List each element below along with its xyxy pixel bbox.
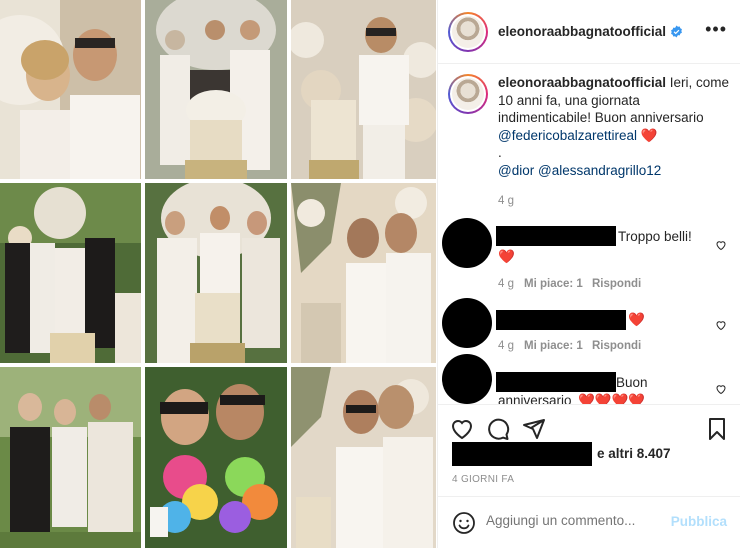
caption-age[interactable]: 4 g bbox=[498, 193, 730, 211]
comment-likes[interactable]: Mi piace: 1 bbox=[524, 340, 583, 352]
photo-group-cake[interactable] bbox=[145, 0, 287, 179]
comment-text: Troppo belli! bbox=[618, 229, 692, 244]
redacted-username bbox=[496, 372, 616, 392]
comment-age[interactable]: 4 g bbox=[498, 278, 514, 290]
post-header: eleonoraabbagnatoofficial ••• bbox=[438, 0, 740, 64]
photo-couple-kiss-1[interactable] bbox=[0, 0, 141, 179]
emoji-icon[interactable] bbox=[452, 511, 476, 535]
comment-text: anniversario bbox=[498, 393, 572, 404]
comment-composer: Pubblica bbox=[438, 496, 740, 548]
avatar[interactable] bbox=[442, 218, 492, 268]
likes-count[interactable]: e altri 8.407 bbox=[452, 442, 732, 466]
heart-like-icon[interactable] bbox=[715, 383, 727, 395]
photo-man-cake-balloons[interactable] bbox=[291, 0, 436, 179]
likes-text[interactable]: e altri 8.407 bbox=[597, 446, 671, 461]
bookmark-icon[interactable] bbox=[705, 417, 729, 441]
comment-bubble-icon[interactable] bbox=[486, 417, 510, 441]
comment-age[interactable]: 4 g bbox=[498, 340, 514, 352]
photo-three-people-garden[interactable] bbox=[0, 367, 141, 548]
comment-3: Buon anniversario ❤️❤️❤️❤️ bbox=[438, 354, 740, 404]
photo-grid bbox=[0, 0, 437, 548]
photo-couple-olive-tree[interactable] bbox=[291, 183, 436, 363]
avatar[interactable] bbox=[442, 354, 492, 404]
heart-emoji: ❤️ bbox=[498, 249, 515, 264]
mention-link[interactable]: @federicobalzarettireal bbox=[498, 128, 637, 143]
more-dots-icon[interactable]: ••• bbox=[705, 20, 727, 38]
photo-group-cake-2[interactable] bbox=[145, 183, 287, 363]
like-heart-icon[interactable] bbox=[450, 417, 474, 441]
publish-button[interactable]: Pubblica bbox=[671, 514, 727, 529]
verified-badge-icon bbox=[671, 25, 682, 38]
mention-link[interactable]: @dior bbox=[498, 163, 534, 178]
caption-username[interactable]: eleonoraabbagnatoofficial bbox=[498, 75, 666, 90]
heart-like-icon[interactable] bbox=[715, 319, 727, 331]
heart-emoji: ❤️ bbox=[640, 127, 658, 143]
heart-emoji: ❤️ bbox=[628, 312, 645, 327]
photo-couple-rainbow-leis[interactable] bbox=[145, 367, 287, 548]
caption: eleonoraabbagnatoofficial Ieri, come 10 … bbox=[448, 74, 733, 211]
comment-text: Buon bbox=[616, 375, 648, 390]
photo-couple-kiss-2[interactable] bbox=[291, 367, 436, 548]
caption-dot: . bbox=[498, 145, 502, 160]
heart-like-icon[interactable] bbox=[715, 239, 727, 251]
reply-button[interactable]: Rispondi bbox=[592, 340, 641, 352]
photo-group-garden[interactable] bbox=[0, 183, 141, 363]
redacted-username bbox=[496, 310, 626, 330]
caption-text: eleonoraabbagnatoofficial Ieri, come 10 … bbox=[498, 74, 730, 211]
heart-emoji: ❤️❤️❤️❤️ bbox=[578, 393, 646, 404]
comment-likes[interactable]: Mi piace: 1 bbox=[524, 278, 583, 290]
avatar[interactable] bbox=[442, 298, 492, 348]
comment-input[interactable] bbox=[486, 513, 666, 528]
mention-link[interactable]: @alessandragrillo12 bbox=[538, 163, 661, 178]
share-send-icon[interactable] bbox=[522, 417, 546, 441]
post-username[interactable]: eleonoraabbagnatoofficial bbox=[498, 24, 666, 39]
reply-button[interactable]: Rispondi bbox=[592, 278, 641, 290]
caption-avatar[interactable] bbox=[448, 74, 488, 114]
redacted-username bbox=[496, 226, 616, 246]
post-timestamp: 4 GIORNI FA bbox=[452, 474, 515, 485]
post-detail-panel: eleonoraabbagnatoofficial ••• eleonoraab… bbox=[437, 0, 740, 548]
avatar[interactable] bbox=[448, 11, 488, 52]
redacted-likers bbox=[452, 442, 592, 466]
